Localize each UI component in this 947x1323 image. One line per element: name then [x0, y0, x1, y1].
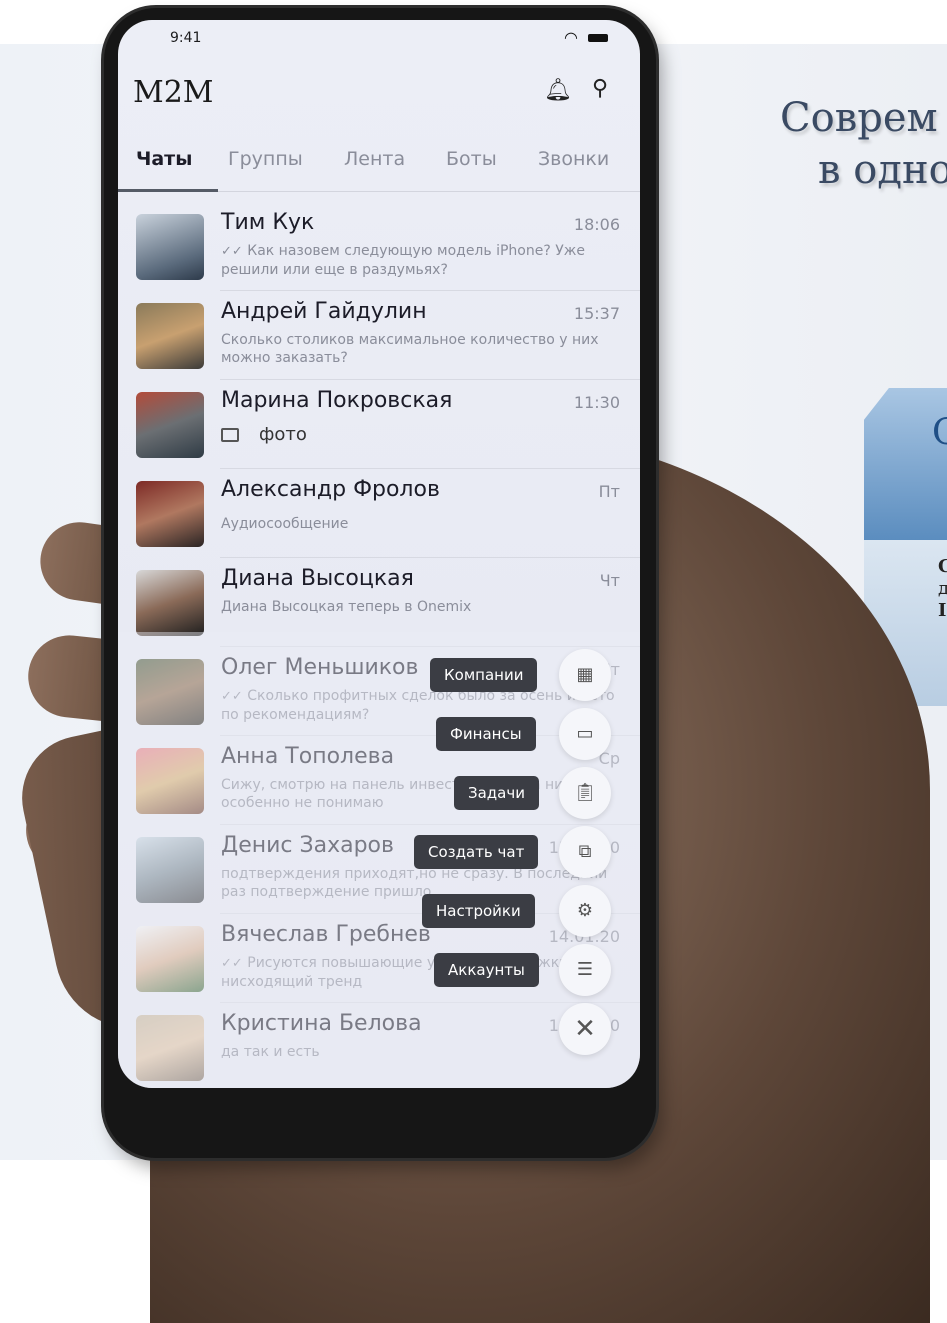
tab-chats[interactable]: Чаты — [136, 148, 192, 170]
gear-icon[interactable]: ⚙ — [559, 885, 611, 937]
chat-row[interactable]: Марина Покровская 11:30 фото — [118, 380, 640, 469]
tab-feed[interactable]: Лента — [344, 148, 405, 170]
chat-name: Александр Фролов — [221, 477, 440, 502]
chat-preview: ✓✓ Как назовем следующую модель iPhone? … — [221, 243, 585, 278]
headline-line-1: Соврем — [780, 95, 938, 141]
chat-preview: Сколько столиков максимальное количество… — [221, 332, 599, 366]
headline-line-2: в одно — [818, 147, 947, 193]
chat-time: 11:30 — [573, 393, 620, 412]
chat-preview: Аудиосообщение — [221, 516, 349, 532]
chat-name: Тим Кук — [221, 210, 315, 235]
phone-screen: 9:41 ◠ M2M 🔔︎ ⚲ Чаты Группы Лента Боты З… — [118, 20, 640, 1088]
battery-icon — [588, 34, 608, 42]
bell-icon[interactable]: 🔔︎ — [544, 78, 572, 103]
chat-time: Чт — [599, 571, 620, 590]
menu-label-create-chat[interactable]: Создать чат — [414, 835, 539, 869]
wifi-icon: ◠ — [564, 28, 578, 47]
hexagon-letter: С — [932, 412, 947, 453]
avatar — [136, 392, 204, 458]
chat-name: Марина Покровская — [221, 388, 453, 413]
chat-time: Пт — [598, 482, 620, 501]
chat-time: 18:06 — [573, 215, 620, 234]
accounts-icon[interactable]: ☰ — [559, 944, 611, 996]
tab-calls[interactable]: Звонки — [538, 148, 609, 170]
chat-row[interactable]: Тим Кук 18:06 ✓✓ Как назовем следующую м… — [118, 202, 640, 291]
chat-preview: Диана Высоцкая теперь в Onemix — [221, 599, 472, 615]
building-icon[interactable]: ▦ — [559, 649, 611, 701]
active-tab-indicator — [118, 189, 218, 192]
tab-groups[interactable]: Группы — [228, 148, 303, 170]
tab-bar: Чаты Группы Лента Боты Звонки — [118, 138, 640, 192]
hexagon-line-2: д — [938, 578, 947, 599]
app-bar: M2M 🔔︎ ⚲ — [118, 70, 640, 120]
chat-preview: фото — [221, 426, 616, 444]
app-title: M2M — [133, 75, 214, 110]
tab-bots[interactable]: Боты — [446, 148, 497, 170]
background-headline: Соврем в одно — [780, 92, 947, 212]
chat-name: Диана Высоцкая — [221, 566, 414, 591]
read-check-icon: ✓✓ — [221, 244, 243, 259]
menu-label-tasks[interactable]: Задачи — [454, 776, 539, 810]
chat-row[interactable]: Андрей Гайдулин 15:37 Сколько столиков м… — [118, 291, 640, 380]
chat-name: Андрей Гайдулин — [221, 299, 427, 324]
hexagon-line-3: I — [938, 600, 947, 621]
menu-label-accounts[interactable]: Аккаунты — [434, 953, 539, 987]
status-bar: 9:41 ◠ — [118, 20, 640, 56]
avatar — [136, 570, 204, 636]
search-icon[interactable]: ⚲ — [592, 76, 608, 101]
avatar — [136, 214, 204, 280]
menu-label-finance[interactable]: Финансы — [436, 717, 536, 751]
hexagon-line-1: С — [938, 556, 947, 577]
avatar — [136, 481, 204, 547]
status-time: 9:41 — [170, 30, 202, 46]
close-icon[interactable]: ✕ — [559, 1003, 611, 1055]
money-icon[interactable]: ▭ — [559, 708, 611, 760]
chat-row[interactable]: Александр Фролов Пт Аудиосообщение — [118, 469, 640, 558]
new-chat-icon[interactable]: ⧉ — [559, 826, 611, 878]
menu-label-settings[interactable]: Настройки — [422, 894, 535, 928]
hexagon-top: С — [864, 388, 947, 540]
menu-label-companies[interactable]: Компании — [430, 658, 538, 692]
clipboard-icon[interactable]: 📋︎ — [559, 767, 611, 819]
avatar — [136, 303, 204, 369]
chat-time: 15:37 — [573, 304, 620, 323]
photo-icon — [221, 428, 239, 442]
